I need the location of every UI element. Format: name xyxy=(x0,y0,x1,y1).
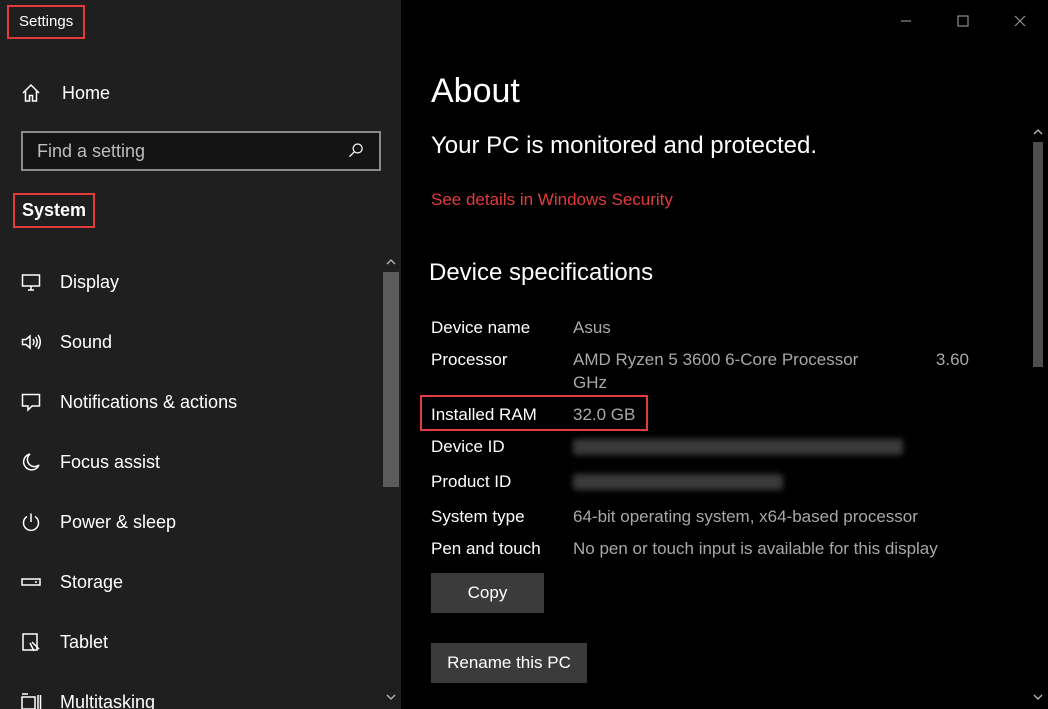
sidebar-item-storage[interactable]: Storage xyxy=(0,552,380,612)
monitor-icon xyxy=(20,271,42,293)
main-scrollbar[interactable] xyxy=(1028,122,1048,709)
sidebar-item-label: Sound xyxy=(60,331,113,352)
device-specifications-heading: Device specifications xyxy=(429,259,654,286)
copy-button[interactable]: Copy xyxy=(431,573,544,613)
spec-label: System type xyxy=(431,507,525,526)
storage-icon xyxy=(20,571,42,593)
spec-label: Processor xyxy=(431,350,508,369)
speaker-icon xyxy=(20,331,42,353)
spec-value-redacted xyxy=(573,470,991,496)
sidebar-item-focus-assist[interactable]: Focus assist xyxy=(0,432,380,492)
scroll-down-icon[interactable] xyxy=(385,691,397,703)
spec-row-device-name: Device name Asus xyxy=(431,316,991,339)
protection-message: Your PC is monitored and protected. xyxy=(431,132,818,159)
windows-security-link[interactable]: See details in Windows Security xyxy=(431,190,673,210)
nav-list: Display Sound Notifications & actions Fo… xyxy=(0,252,380,709)
sidebar: Settings Home System Display Sound xyxy=(0,0,401,709)
sidebar-item-notifications[interactable]: Notifications & actions xyxy=(0,372,380,432)
multitasking-icon xyxy=(20,691,42,709)
sidebar-item-display[interactable]: Display xyxy=(0,252,380,312)
sidebar-item-label: Power & sleep xyxy=(60,511,177,532)
spec-label: Device name xyxy=(431,318,531,337)
scroll-down-icon[interactable] xyxy=(1032,691,1044,703)
section-title: System xyxy=(13,193,96,228)
search-box[interactable] xyxy=(21,131,381,171)
spec-row-installed-ram: Installed RAM 32.0 GB xyxy=(431,403,991,426)
processor-model: AMD Ryzen 5 3600 6-Core Processor xyxy=(573,350,859,369)
tablet-icon xyxy=(20,631,42,653)
rename-pc-button[interactable]: Rename this PC xyxy=(431,643,587,683)
spec-value: 64-bit operating system, x64-based proce… xyxy=(573,507,918,526)
sidebar-item-sound[interactable]: Sound xyxy=(0,312,380,372)
close-button[interactable] xyxy=(991,0,1048,42)
spec-label: Pen and touch xyxy=(431,539,541,558)
processor-speed: 3.60 xyxy=(935,350,969,369)
spec-row-device-id: Device ID xyxy=(431,435,991,461)
sidebar-item-label: Display xyxy=(60,271,120,292)
window-controls xyxy=(877,0,1048,42)
sidebar-item-label: Focus assist xyxy=(60,451,161,472)
sidebar-item-label: Notifications & actions xyxy=(60,391,238,412)
spec-label: Product ID xyxy=(431,472,512,491)
main-content: About Your PC is monitored and protected… xyxy=(401,0,1048,709)
maximize-icon xyxy=(956,15,969,27)
spec-value: AMD Ryzen 5 3600 6-Core Processor GHz 3.… xyxy=(573,348,991,394)
minimize-icon xyxy=(900,20,911,22)
sidebar-item-tablet[interactable]: Tablet xyxy=(0,612,380,672)
sidebar-item-home[interactable]: Home xyxy=(20,78,110,108)
main-scroll-thumb[interactable] xyxy=(1033,142,1043,367)
search-icon[interactable] xyxy=(345,140,367,162)
sidebar-scrollbar[interactable] xyxy=(381,250,401,709)
spec-label: Installed RAM xyxy=(431,405,537,424)
processor-name: AMD Ryzen 5 3600 6-Core Processor GHz xyxy=(573,348,873,394)
page-title: About xyxy=(431,72,520,110)
scroll-up-icon[interactable] xyxy=(385,256,397,268)
spec-row-product-id: Product ID xyxy=(431,470,991,496)
sidebar-item-label: Storage xyxy=(60,571,124,592)
search-input[interactable] xyxy=(37,140,327,162)
device-specs-table: Device name Asus Processor AMD Ryzen 5 3… xyxy=(431,316,991,569)
spec-row-system-type: System type 64-bit operating system, x64… xyxy=(431,505,991,528)
sidebar-item-label: Tablet xyxy=(60,631,109,652)
app-title: Settings xyxy=(7,5,86,39)
spec-row-pen-touch: Pen and touch No pen or touch input is a… xyxy=(431,537,991,560)
spec-value: No pen or touch input is available for t… xyxy=(573,539,938,558)
spec-label: Device ID xyxy=(431,437,505,456)
home-icon xyxy=(20,82,42,104)
sidebar-item-label: Home xyxy=(62,82,111,103)
power-icon xyxy=(20,511,42,533)
scroll-up-icon[interactable] xyxy=(1032,126,1044,138)
moon-icon xyxy=(20,451,42,473)
spec-value: 32.0 GB xyxy=(573,405,636,424)
spec-row-processor: Processor AMD Ryzen 5 3600 6-Core Proces… xyxy=(431,348,991,394)
minimize-button[interactable] xyxy=(877,0,934,42)
spec-value-redacted xyxy=(573,435,991,461)
close-icon xyxy=(1014,15,1025,27)
sidebar-item-label: Multitasking xyxy=(60,691,156,709)
sidebar-item-multitasking[interactable]: Multitasking xyxy=(0,672,380,709)
sidebar-item-power-sleep[interactable]: Power & sleep xyxy=(0,492,380,552)
spec-value: Asus xyxy=(573,318,611,337)
sidebar-scroll-thumb[interactable] xyxy=(383,272,399,487)
notification-icon xyxy=(20,391,42,413)
processor-unit: GHz xyxy=(573,373,607,392)
maximize-button[interactable] xyxy=(934,0,991,42)
